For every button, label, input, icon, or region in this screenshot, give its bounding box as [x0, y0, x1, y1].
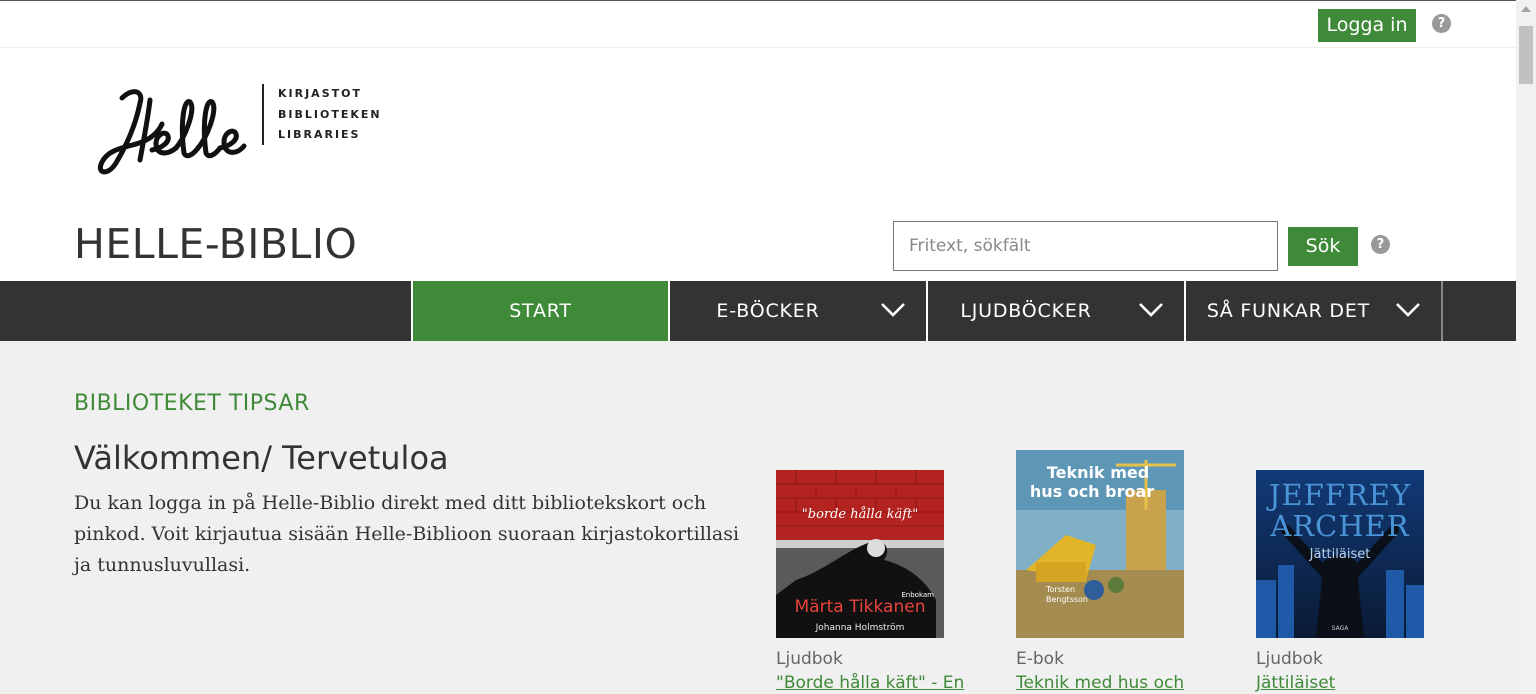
chevron-down-icon: [881, 303, 905, 317]
cover-author-small: Johanna Holmström: [815, 623, 905, 633]
book-type: Ljudbok: [1256, 649, 1323, 669]
book-cover-image: Teknik med hus och broar Torsten Bengtss…: [1016, 450, 1184, 638]
page-scrollbar[interactable]: [1516, 0, 1536, 694]
cover-author-line2: ARCHER: [1269, 509, 1409, 543]
logo-text: KIRJASTOT BIBLIOTEKEN LIBRARIES: [278, 84, 382, 146]
book-card[interactable]: Teknik med hus och broar Torsten Bengtss…: [1016, 450, 1186, 694]
search-button[interactable]: Sök: [1288, 227, 1358, 266]
login-button[interactable]: Logga in: [1318, 9, 1416, 42]
search-input[interactable]: [893, 221, 1278, 271]
book-meta: E-bok Teknik med hus och: [1016, 649, 1206, 694]
book-title-link[interactable]: "Borde hålla käft" - En: [776, 673, 964, 693]
nav-end-divider: [1441, 281, 1443, 341]
book-meta: Ljudbok Jättiläiset: [1256, 649, 1446, 694]
nav-start[interactable]: START: [411, 281, 668, 341]
book-cover[interactable]: "borde hålla käft" Enbokam Märta Tikkane…: [776, 470, 944, 638]
main-content: BIBLIOTEKET TIPSAR Välkommen/ Tervetuloa…: [0, 341, 1516, 694]
top-bar: Logga in ?: [0, 0, 1516, 48]
book-meta: Ljudbok "Borde hålla käft" - En: [776, 649, 966, 694]
book-title-link[interactable]: Jättiläiset: [1256, 673, 1335, 693]
cover-author-line1: Torsten: [1045, 585, 1075, 594]
cover-title-line2: hus och broar: [1030, 482, 1154, 501]
scrollbar-thumb[interactable]: [1519, 26, 1533, 84]
cover-author-line2: Bengtsson: [1046, 595, 1088, 604]
book-card[interactable]: "borde hålla käft" Enbokam Märta Tikkane…: [776, 470, 964, 694]
cover-author-big: Märta Tikkanen: [795, 597, 926, 617]
cover-publisher-text: SAGA: [1332, 625, 1350, 632]
cover-title-text: Jättiläiset: [1309, 547, 1371, 562]
nav-how-it-works-label: SÅ FUNKAR DET: [1206, 300, 1371, 322]
nav-audiobooks-label: LJUDBÖCKER: [960, 300, 1092, 322]
chevron-down-icon: [1139, 303, 1163, 317]
logo-divider: [262, 84, 264, 145]
section-title: BIBLIOTEKET TIPSAR: [74, 391, 310, 416]
nav-e-books-label: E-BÖCKER: [716, 300, 820, 322]
book-cover-image: JEFFREY ARCHER Jättiläiset SAGA: [1256, 470, 1424, 638]
nav-e-books[interactable]: E-BÖCKER: [668, 281, 926, 341]
book-title-link[interactable]: Teknik med hus och: [1016, 673, 1184, 693]
cover-author-line1: JEFFREY: [1266, 478, 1411, 512]
cover-quote-text: "borde hålla käft": [802, 506, 918, 522]
welcome-text: Du kan logga in på Helle-Biblio direkt m…: [74, 492, 740, 576]
book-cover-image: "borde hålla käft" Enbokam Märta Tikkane…: [776, 470, 944, 638]
search-help-icon[interactable]: ?: [1371, 235, 1390, 254]
logo-line-libraries: LIBRARIES: [278, 128, 361, 141]
help-icon[interactable]: ?: [1432, 14, 1451, 33]
nav-how-it-works[interactable]: SÅ FUNKAR DET: [1184, 281, 1441, 341]
book-card[interactable]: JEFFREY ARCHER Jättiläiset SAGA Ljudbok …: [1256, 470, 1426, 694]
nav-start-label: START: [509, 300, 572, 322]
logo-line-kirjastot: KIRJASTOT: [278, 87, 362, 100]
chevron-down-icon: [1396, 303, 1420, 317]
book-cover[interactable]: JEFFREY ARCHER Jättiläiset SAGA: [1256, 470, 1424, 638]
scroll-up-arrow-icon[interactable]: [1521, 6, 1531, 12]
logo-line-biblioteken: BIBLIOTEKEN: [278, 107, 382, 121]
site-title[interactable]: HELLE-BIBLIO: [74, 220, 357, 268]
helle-script-logo: [98, 89, 247, 175]
helle-logo[interactable]: KIRJASTOT BIBLIOTEKEN LIBRARIES: [92, 78, 382, 183]
main-nav: START E-BÖCKER LJUDBÖCKER SÅ FUNKAR DET: [0, 281, 1516, 341]
book-type: E-bok: [1016, 649, 1064, 669]
book-type: Ljudbok: [776, 649, 843, 669]
nav-audiobooks[interactable]: LJUDBÖCKER: [926, 281, 1184, 341]
book-cover[interactable]: Teknik med hus och broar Torsten Bengtss…: [1016, 450, 1184, 638]
cover-title-line1: Teknik med: [1047, 463, 1149, 482]
site-header: KIRJASTOT BIBLIOTEKEN LIBRARIES HELLE-BI…: [0, 48, 1516, 281]
welcome-title: Välkommen/ Tervetuloa: [74, 439, 449, 477]
